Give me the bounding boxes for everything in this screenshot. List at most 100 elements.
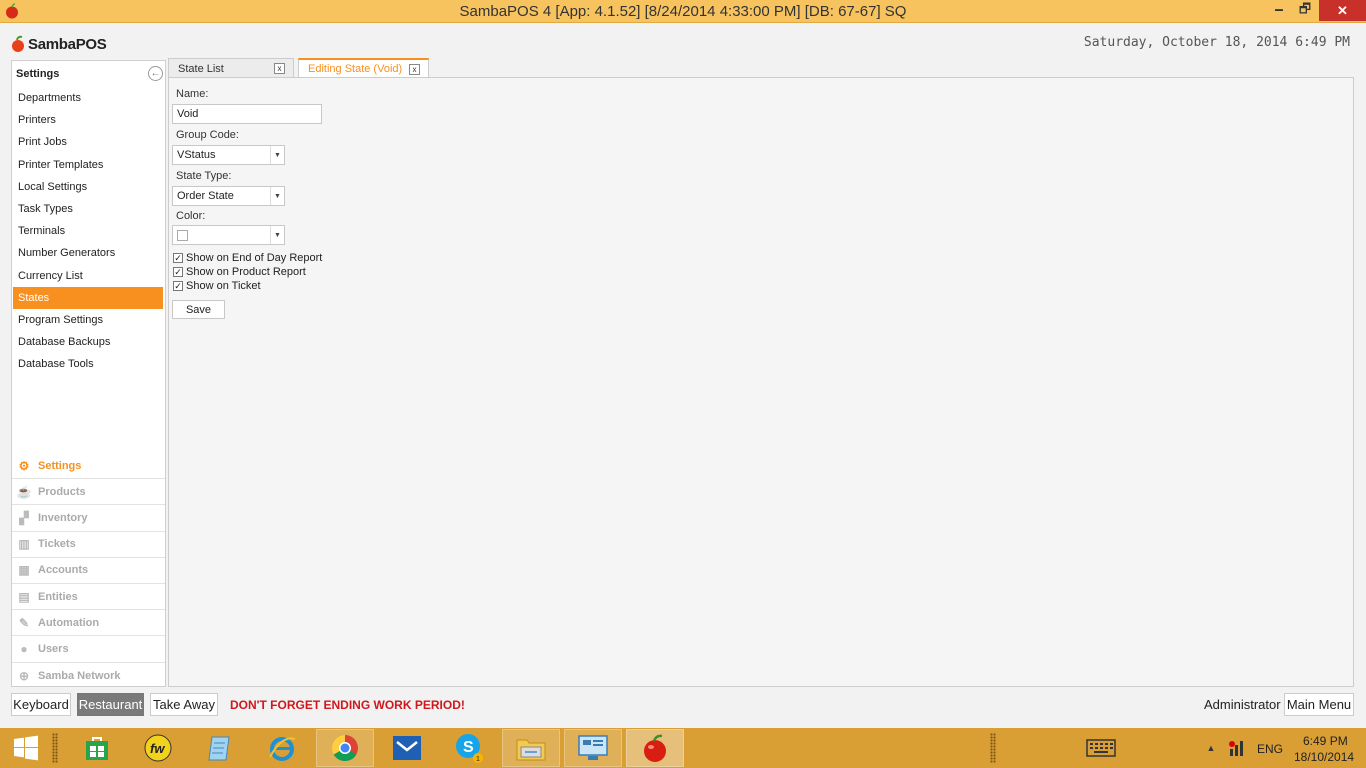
svg-text:fw: fw xyxy=(150,741,165,756)
show-on-product-report-checkbox[interactable]: ✓ Show on Product Report xyxy=(173,266,306,278)
touch-keyboard-icon[interactable] xyxy=(1080,729,1122,767)
main-menu-button[interactable]: Main Menu xyxy=(1284,693,1354,716)
header-datetime: Saturday, October 18, 2014 6:49 PM xyxy=(1083,35,1350,50)
state-type-value: Order State xyxy=(177,190,234,202)
notepad-icon[interactable] xyxy=(202,729,238,767)
close-tab-icon[interactable]: x xyxy=(274,63,285,74)
dropdown-arrow-icon[interactable]: ▼ xyxy=(270,226,284,244)
mail-icon[interactable] xyxy=(388,729,426,767)
tab-label: State List xyxy=(178,62,224,75)
checkbox-label: Show on Product Report xyxy=(186,266,306,278)
language-indicator[interactable]: ENG xyxy=(1257,742,1283,756)
dropdown-arrow-icon[interactable]: ▼ xyxy=(270,187,284,205)
tickets-icon: ▥ xyxy=(18,537,30,552)
nav-section-inventory[interactable]: ▞ Inventory xyxy=(12,505,165,532)
group-code-value: VStatus xyxy=(177,149,216,161)
sidebar-item-terminals[interactable]: Terminals xyxy=(13,220,163,242)
sidebar-item-printers[interactable]: Printers xyxy=(13,109,163,131)
tab-label: Editing State (Void) xyxy=(308,63,403,75)
document-tabs: State List x Editing State (Void) x xyxy=(168,58,1354,78)
nav-section-users[interactable]: ● Users xyxy=(12,636,165,663)
state-type-combobox[interactable]: Order State ▼ xyxy=(172,186,285,206)
sidebar-item-printer-templates[interactable]: Printer Templates xyxy=(13,154,163,176)
show-hidden-icons-icon[interactable]: ▲ xyxy=(1204,729,1218,767)
store-icon[interactable] xyxy=(80,729,114,767)
sidebar-item-local-settings[interactable]: Local Settings xyxy=(13,176,163,198)
skype-icon[interactable]: S1 xyxy=(450,729,488,767)
nav-section-label: Settings xyxy=(38,459,82,472)
gear-icon: ⚙ xyxy=(18,458,30,473)
app-logo: SambaPOS xyxy=(10,33,107,55)
sambapos-logo-icon xyxy=(12,35,24,52)
sidebar-item-number-generators[interactable]: Number Generators xyxy=(13,242,163,264)
windows-taskbar: fw S1 ▲ ENG 6:49 PM 18/10/2014 xyxy=(0,728,1366,768)
nav-section-entities[interactable]: ▤ Entities xyxy=(12,584,165,611)
nav-section-label: Products xyxy=(38,485,86,498)
work-period-warning: DON'T FORGET ENDING WORK PERIOD! xyxy=(230,698,465,712)
nav-section-label: Inventory xyxy=(38,511,88,524)
nav-section-label: Accounts xyxy=(38,564,89,577)
checkbox-label: Show on End of Day Report xyxy=(186,252,323,264)
group-code-combobox[interactable]: VStatus ▼ xyxy=(172,145,285,165)
minimize-button[interactable]: 🗕 xyxy=(1266,0,1292,21)
sidebar-title: Settings xyxy=(16,68,60,80)
sidebar-item-print-jobs[interactable]: Print Jobs xyxy=(13,131,163,153)
close-tab-icon[interactable]: x xyxy=(409,64,420,75)
taskbar-grip xyxy=(52,733,58,763)
sidebar-item-database-backups[interactable]: Database Backups xyxy=(13,331,163,353)
sidebar-item-program-settings[interactable]: Program Settings xyxy=(13,309,163,331)
checkbox-check-icon[interactable]: ✓ xyxy=(173,281,183,291)
checkbox-check-icon[interactable]: ✓ xyxy=(173,253,183,263)
sidebar-item-departments[interactable]: Departments xyxy=(13,87,163,109)
sidebar-header: Settings ← xyxy=(12,61,165,87)
settings-sidebar: Settings ← Departments Printers Print Jo… xyxy=(11,60,166,687)
nav-section-automation[interactable]: ✎ Automation xyxy=(12,610,165,637)
internet-explorer-icon[interactable] xyxy=(264,729,300,767)
globe-icon: ⊕ xyxy=(18,668,30,683)
nav-section-accounts[interactable]: ▦ Accounts xyxy=(12,558,165,584)
take-away-button[interactable]: Take Away xyxy=(150,693,218,716)
save-button[interactable]: Save xyxy=(172,300,225,319)
color-picker[interactable]: ▼ xyxy=(172,225,285,245)
nav-section-products[interactable]: ☕ Products xyxy=(12,479,165,506)
boxes-icon: ▞ xyxy=(19,510,29,525)
checkbox-check-icon[interactable]: ✓ xyxy=(173,267,183,277)
sambapos-taskbar-icon[interactable] xyxy=(626,729,684,767)
back-arrow-icon[interactable]: ← xyxy=(148,66,163,81)
tab-state-list[interactable]: State List x xyxy=(168,58,294,78)
sidebar-item-currency-list[interactable]: Currency List xyxy=(13,265,163,287)
network-icon[interactable] xyxy=(1224,729,1248,767)
dropdown-arrow-icon[interactable]: ▼ xyxy=(270,146,284,164)
tab-editing-state[interactable]: Editing State (Void) x xyxy=(298,58,429,78)
show-on-end-of-day-report-checkbox[interactable]: ✓ Show on End of Day Report xyxy=(173,252,322,264)
nav-section-settings[interactable]: ⚙ Settings xyxy=(12,453,165,480)
windows-start-icon[interactable] xyxy=(8,729,44,767)
name-field[interactable]: Void xyxy=(172,104,322,124)
taskbar-grip xyxy=(990,733,996,763)
nav-section-tickets[interactable]: ▥ Tickets xyxy=(12,532,165,558)
restore-button[interactable]: 🗗 xyxy=(1292,0,1318,21)
nav-section-label: Entities xyxy=(38,590,78,603)
chrome-icon[interactable] xyxy=(316,729,374,767)
close-button[interactable]: ✕ xyxy=(1319,0,1366,21)
restaurant-button[interactable]: Restaurant xyxy=(77,693,144,716)
logo-text: SambaPOS xyxy=(28,35,107,53)
sidebar-item-states[interactable]: States xyxy=(13,286,163,309)
svg-text:S: S xyxy=(463,739,474,756)
color-label: Color: xyxy=(176,210,206,222)
file-explorer-icon[interactable] xyxy=(502,729,560,767)
taskbar-clock-time[interactable]: 6:49 PM xyxy=(1303,734,1348,748)
checkbox-label: Show on Ticket xyxy=(186,280,261,292)
sidebar-item-task-types[interactable]: Task Types xyxy=(13,198,163,220)
keyboard-button[interactable]: Keyboard xyxy=(11,693,71,716)
nav-section-samba-network[interactable]: ⊕ Samba Network xyxy=(12,663,165,689)
show-on-ticket-checkbox[interactable]: ✓ Show on Ticket xyxy=(173,280,261,292)
settings-menu: Departments Printers Print Jobs Printer … xyxy=(12,87,165,375)
nav-section-label: Automation xyxy=(38,616,100,629)
taskbar-clock-date[interactable]: 18/10/2014 xyxy=(1294,750,1354,764)
sidebar-item-database-tools[interactable]: Database Tools xyxy=(13,353,163,375)
color-swatch xyxy=(177,229,188,241)
remote-desktop-icon[interactable] xyxy=(564,729,622,767)
current-user: Administrator xyxy=(1204,697,1281,712)
fw-icon[interactable]: fw xyxy=(140,729,176,767)
